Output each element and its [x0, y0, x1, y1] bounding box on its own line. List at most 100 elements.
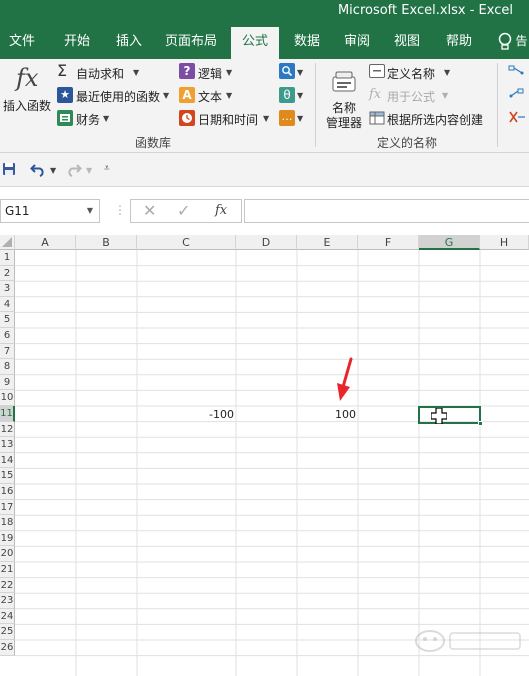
chevron-down-icon[interactable]: ▼: [444, 68, 450, 77]
create-from-selection-button[interactable]: 根据所选内容创建: [387, 111, 483, 128]
row-header-23[interactable]: 23: [0, 593, 15, 609]
chevron-down-icon[interactable]: ▼: [297, 91, 303, 100]
tab-page-layout[interactable]: 页面布局: [158, 24, 224, 59]
column-header-a[interactable]: A: [15, 235, 76, 250]
tab-data[interactable]: 数据: [286, 24, 328, 59]
row-header-12[interactable]: 12: [0, 421, 15, 438]
chevron-down-icon[interactable]: ▼: [163, 91, 169, 100]
row-header-20[interactable]: 20: [0, 546, 15, 562]
cell-e11[interactable]: 100: [297, 407, 356, 422]
cancel-icon[interactable]: ✕: [143, 201, 156, 220]
formula-input[interactable]: [244, 199, 529, 223]
column-header-e[interactable]: E: [297, 235, 358, 250]
define-name-button[interactable]: 定义名称: [387, 65, 435, 82]
name-manager-label-2[interactable]: 管理器: [326, 114, 362, 131]
row-header-9[interactable]: 9: [0, 374, 15, 391]
use-in-formula-icon: fx: [369, 87, 382, 102]
row-header-25[interactable]: 25: [0, 624, 15, 640]
row-header-4[interactable]: 4: [0, 296, 15, 313]
row-header-8[interactable]: 8: [0, 359, 15, 375]
tab-view[interactable]: 视图: [386, 24, 428, 59]
row-header-1[interactable]: 1: [0, 250, 15, 266]
math-trig-icon[interactable]: θ: [279, 87, 295, 103]
column-header-f[interactable]: F: [358, 235, 419, 250]
row-header-13[interactable]: 13: [0, 437, 15, 453]
chevron-down-icon[interactable]: ▼: [297, 68, 303, 77]
chevron-down-icon[interactable]: ▼: [103, 114, 109, 123]
name-manager-icon[interactable]: [329, 67, 359, 97]
column-header-h[interactable]: H: [480, 235, 529, 250]
redo-icon[interactable]: [66, 161, 82, 177]
name-box[interactable]: G11 ▼: [0, 199, 100, 223]
row-header-17[interactable]: 17: [0, 499, 15, 516]
row-header-15[interactable]: 15: [0, 468, 15, 484]
logical-button[interactable]: 逻辑: [198, 65, 222, 82]
column-header-b[interactable]: B: [76, 235, 137, 250]
row-header-2[interactable]: 2: [0, 265, 15, 282]
save-icon[interactable]: [2, 162, 16, 176]
cell-c11[interactable]: -100: [137, 407, 234, 422]
column-header-d[interactable]: D: [236, 235, 297, 250]
tab-home[interactable]: 开始: [52, 24, 102, 59]
row-header-3[interactable]: 3: [0, 281, 15, 297]
use-in-formula-button[interactable]: 用于公式: [387, 88, 435, 105]
row-header-21[interactable]: 21: [0, 562, 15, 578]
title-bar: Microsoft Excel.xlsx - Excel: [0, 0, 529, 24]
row-header-22[interactable]: 22: [0, 577, 15, 594]
chevron-down-icon[interactable]: ▼: [50, 166, 56, 175]
chevron-down-icon[interactable]: ▼: [87, 206, 93, 215]
row-header-24[interactable]: 24: [0, 608, 15, 625]
row-header-7[interactable]: 7: [0, 343, 15, 360]
row-header-5[interactable]: 5: [0, 312, 15, 328]
tell-me-tab-overflow[interactable]: 告: [514, 24, 529, 59]
recently-used-button[interactable]: 最近使用的函数: [76, 88, 160, 105]
confirm-icon[interactable]: ✓: [177, 201, 190, 220]
lookup-reference-icon[interactable]: [279, 63, 295, 79]
row-header-10[interactable]: 10: [0, 390, 15, 406]
row-header-26[interactable]: 26: [0, 640, 15, 656]
formula-bar-grip-icon[interactable]: ⋮: [114, 203, 126, 217]
fill-handle[interactable]: [478, 421, 483, 426]
trace-precedents-icon[interactable]: [508, 64, 526, 78]
worksheet-grid[interactable]: A B C D E F G H 1 2 3 4 5 6 7 8 9 10 11 12 13 14 15 16 1…: [0, 235, 529, 676]
datetime-button[interactable]: 日期和时间: [198, 111, 258, 128]
text-button[interactable]: 文本: [198, 88, 222, 105]
row-header-6[interactable]: 6: [0, 328, 15, 344]
customize-qat-icon[interactable]: ⩡: [104, 161, 114, 177]
chevron-down-icon[interactable]: ▼: [133, 68, 139, 77]
column-header-c[interactable]: C: [137, 235, 236, 250]
formula-bar: G11 ▼ ⋮ ✕ ✓ fx: [0, 187, 529, 235]
financial-button[interactable]: 财务: [76, 111, 100, 128]
insert-function-button[interactable]: 插入函数: [3, 97, 51, 114]
tab-formulas[interactable]: 公式: [231, 27, 279, 59]
remove-arrows-icon[interactable]: [508, 110, 526, 124]
tab-insert[interactable]: 插入: [106, 24, 152, 59]
row-header-19[interactable]: 19: [0, 530, 15, 547]
function-library-label: 函数库: [135, 136, 172, 150]
chevron-down-icon[interactable]: ▼: [263, 114, 269, 123]
lightbulb-icon[interactable]: [494, 24, 516, 59]
row-header-11[interactable]: 11: [0, 406, 15, 422]
tab-file[interactable]: 文件: [0, 24, 44, 59]
row-header-14[interactable]: 14: [0, 452, 15, 469]
row-header-16[interactable]: 16: [0, 484, 15, 500]
selected-cell-g11[interactable]: [418, 406, 481, 424]
chevron-down-icon[interactable]: ▼: [297, 114, 303, 123]
chevron-down-icon[interactable]: ▼: [86, 166, 92, 175]
tab-help[interactable]: 帮助: [438, 24, 480, 59]
chevron-down-icon[interactable]: ▼: [442, 91, 448, 100]
fx-icon[interactable]: fx: [16, 64, 40, 92]
more-functions-icon[interactable]: …: [279, 110, 295, 126]
quick-access-toolbar: ▼ ▼ ⩡: [0, 153, 529, 187]
tab-review[interactable]: 审阅: [336, 24, 378, 59]
chevron-down-icon[interactable]: ▼: [226, 91, 232, 100]
undo-icon[interactable]: [30, 161, 46, 177]
row-header-18[interactable]: 18: [0, 515, 15, 531]
trace-dependents-icon[interactable]: [508, 87, 526, 101]
clock-icon: [179, 110, 195, 126]
select-all-corner[interactable]: [0, 235, 15, 250]
column-header-g[interactable]: G: [419, 235, 480, 250]
chevron-down-icon[interactable]: ▼: [226, 68, 232, 77]
autosum-button[interactable]: 自动求和: [76, 65, 124, 82]
insert-function-fx-icon[interactable]: fx: [215, 203, 227, 218]
